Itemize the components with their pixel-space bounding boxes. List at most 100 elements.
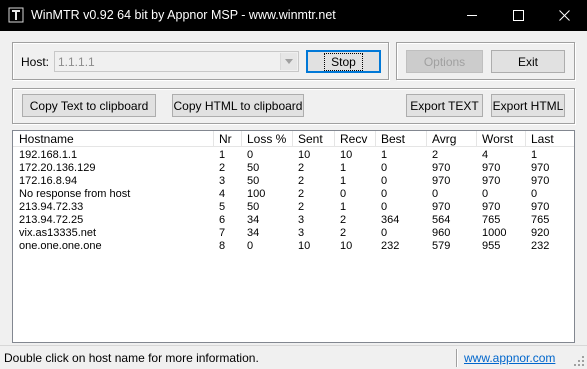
- cell-nr: 6: [219, 214, 226, 226]
- cell-worst: 765: [482, 214, 501, 226]
- copy-html-button[interactable]: Copy HTML to clipboard: [172, 94, 304, 117]
- copy-text-button[interactable]: Copy Text to clipboard: [22, 94, 156, 117]
- title-bar: WinMTR v0.92 64 bit by Appnor MSP - www.…: [0, 0, 587, 31]
- cell-hostname: 172.16.8.94: [19, 175, 78, 187]
- options-button[interactable]: Options: [406, 50, 483, 73]
- stop-button-label: Stop: [324, 52, 363, 71]
- cell-best: 364: [381, 214, 400, 226]
- host-combobox[interactable]: 1.1.1.1: [54, 51, 299, 72]
- cell-hostname: vix.as13335.net: [19, 227, 97, 239]
- cell-worst: 970: [482, 175, 501, 187]
- table-row[interactable]: 213.94.72.25 6 34 3 2 364 564 765 765: [13, 214, 574, 227]
- maximize-icon: [512, 10, 524, 21]
- cell-sent: 2: [298, 201, 305, 213]
- cell-hostname: 213.94.72.33: [19, 201, 84, 213]
- column-header-worst[interactable]: Worst: [477, 131, 526, 147]
- cell-last: 0: [531, 188, 538, 200]
- exit-button[interactable]: Exit: [491, 50, 565, 73]
- table-row[interactable]: 172.20.136.129 2 50 2 1 0 970 970 970: [13, 162, 574, 175]
- cell-nr: 1: [219, 149, 226, 161]
- cell-loss: 34: [247, 214, 260, 226]
- cell-last: 970: [531, 175, 550, 187]
- status-divider: [456, 349, 458, 367]
- cell-nr: 8: [219, 240, 226, 252]
- cell-recv: 1: [340, 175, 347, 187]
- cell-recv: 10: [340, 149, 353, 161]
- exit-button-label: Exit: [517, 54, 538, 69]
- dropdown-arrow-button[interactable]: [280, 53, 297, 70]
- cell-last: 920: [531, 227, 550, 239]
- winmtr-app-icon: [8, 7, 24, 23]
- cell-best: 0: [381, 162, 388, 174]
- column-header-best[interactable]: Best: [376, 131, 427, 147]
- cell-best: 0: [381, 175, 388, 187]
- export-html-button[interactable]: Export HTML: [491, 94, 565, 117]
- column-header-nr[interactable]: Nr: [214, 131, 242, 147]
- column-header-last[interactable]: Last: [526, 131, 574, 147]
- cell-hostname: one.one.one.one: [19, 240, 102, 252]
- cell-hostname: No response from host: [19, 188, 131, 200]
- cell-last: 232: [531, 240, 550, 252]
- cell-avrg: 970: [432, 162, 451, 174]
- cell-loss: 50: [247, 162, 260, 174]
- cell-sent: 2: [298, 162, 305, 174]
- cell-nr: 4: [219, 188, 226, 200]
- cell-avrg: 564: [432, 214, 451, 226]
- resize-grip-icon[interactable]: [573, 355, 585, 367]
- cell-last: 765: [531, 214, 550, 226]
- column-header-sent[interactable]: Sent: [293, 131, 335, 147]
- cell-worst: 0: [482, 188, 489, 200]
- cell-recv: 1: [340, 201, 347, 213]
- cell-hostname: 172.20.136.129: [19, 162, 96, 174]
- column-header-avrg[interactable]: Avrg: [427, 131, 477, 147]
- appnor-link[interactable]: www.appnor.com: [464, 351, 555, 365]
- host-label: Host:: [21, 55, 50, 69]
- cell-worst: 1000: [482, 227, 507, 239]
- status-bar: Double click on host name for more infor…: [0, 345, 587, 369]
- cell-nr: 7: [219, 227, 226, 239]
- table-row[interactable]: 172.16.8.94 3 50 2 1 0 970 970 970: [13, 175, 574, 188]
- host-value: 1.1.1.1: [58, 55, 95, 69]
- table-row[interactable]: 213.94.72.33 5 50 2 1 0 970 970 970: [13, 201, 574, 214]
- cell-avrg: 0: [432, 188, 439, 200]
- cell-avrg: 970: [432, 201, 451, 213]
- cell-loss: 100: [247, 188, 266, 200]
- cell-best: 0: [381, 201, 388, 213]
- export-html-button-label: Export HTML: [492, 98, 564, 113]
- cell-best: 0: [381, 188, 388, 200]
- table-row[interactable]: vix.as13335.net 7 34 3 2 0 960 1000 920: [13, 227, 574, 240]
- table-row[interactable]: No response from host 4 100 2 0 0 0 0 0: [13, 188, 574, 201]
- copy-text-button-label: Copy Text to clipboard: [29, 98, 149, 113]
- cell-loss: 0: [247, 149, 254, 161]
- chevron-down-icon: [285, 59, 293, 64]
- stop-button[interactable]: Stop: [306, 50, 381, 73]
- cell-nr: 3: [219, 175, 226, 187]
- cell-recv: 10: [340, 240, 353, 252]
- cell-loss: 50: [247, 201, 260, 213]
- export-text-button-label: Export TEXT: [410, 98, 479, 113]
- cell-sent: 10: [298, 149, 311, 161]
- cell-recv: 1: [340, 162, 347, 174]
- column-header-recv[interactable]: Recv: [335, 131, 376, 147]
- maximize-button[interactable]: [495, 0, 541, 31]
- minimize-button[interactable]: [449, 0, 495, 31]
- table-header: Hostname Nr Loss % Sent Recv Best Avrg Worst Las…: [13, 131, 574, 147]
- cell-recv: 2: [340, 227, 347, 239]
- column-header-loss[interactable]: Loss %: [242, 131, 293, 147]
- cell-sent: 3: [298, 214, 305, 226]
- copy-html-button-label: Copy HTML to clipboard: [173, 98, 303, 113]
- close-icon: [558, 10, 570, 21]
- results-table[interactable]: Hostname Nr Loss % Sent Recv Best Avrg Worst Las…: [12, 130, 575, 343]
- column-header-hostname[interactable]: Hostname: [14, 131, 214, 147]
- export-text-button[interactable]: Export TEXT: [406, 94, 483, 117]
- cell-recv: 0: [340, 188, 347, 200]
- cell-worst: 970: [482, 162, 501, 174]
- table-row[interactable]: 192.168.1.1 1 0 10 10 1 2 4 1: [13, 149, 574, 162]
- cell-last: 970: [531, 162, 550, 174]
- table-row[interactable]: one.one.one.one 8 0 10 10 232 579 955 232: [13, 240, 574, 253]
- cell-sent: 2: [298, 175, 305, 187]
- cell-sent: 2: [298, 188, 305, 200]
- close-button[interactable]: [541, 0, 587, 31]
- cell-avrg: 960: [432, 227, 451, 239]
- cell-sent: 3: [298, 227, 305, 239]
